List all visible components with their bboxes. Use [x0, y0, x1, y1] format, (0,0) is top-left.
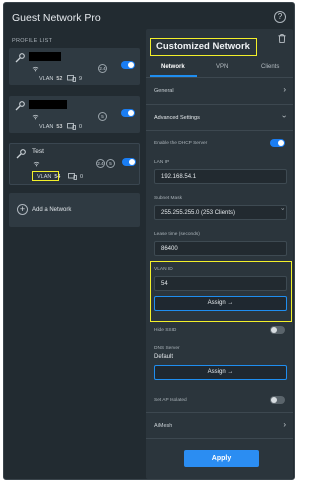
help-icon[interactable]: ?: [274, 11, 286, 23]
vlan-label: VLAN 53: [39, 124, 63, 130]
devices-icon: [67, 123, 76, 130]
general-section-row[interactable]: General ›: [146, 83, 293, 99]
hide-ssid-toggle[interactable]: [270, 326, 285, 334]
vlan-id-label: VLAN ID: [154, 267, 173, 272]
profile-card-1[interactable]: VLAN 52 9 2.4: [9, 48, 140, 85]
aimesh-label: AiMesh: [154, 423, 173, 429]
band-badges: 2.4 5: [96, 159, 115, 168]
chevron-down-icon: ›: [279, 208, 285, 210]
tab-network[interactable]: Network: [161, 64, 185, 70]
app-title: Guest Network Pro: [12, 12, 101, 24]
profile-toggle[interactable]: [121, 61, 135, 69]
divider: [146, 412, 293, 413]
dhcp-toggle[interactable]: [270, 139, 285, 147]
divider: [146, 104, 293, 105]
network-settings-panel: Customized Network Network VPN Clients G…: [146, 29, 293, 479]
band-badge: 5: [106, 159, 115, 168]
profile-list-label: PROFILE LIST: [12, 38, 53, 44]
band-badge: 2.4: [96, 159, 105, 168]
ap-isolated-label: Set AP Isolated: [154, 398, 187, 403]
profile-card-3[interactable]: Test VLAN 54 0 2.4 5: [9, 143, 140, 185]
general-label: General: [154, 88, 174, 94]
tab-clients[interactable]: Clients: [261, 64, 279, 70]
lease-time-input[interactable]: 86400: [154, 241, 287, 256]
divider: [146, 130, 293, 131]
ap-isolated-toggle[interactable]: [270, 396, 285, 404]
devices-icon: [67, 75, 76, 82]
arrow-right-icon: →: [227, 369, 234, 375]
guest-network-pro-window: Guest Network Pro ? PROFILE LIST VLAN 52 …: [3, 2, 295, 480]
vlan-assign-button[interactable]: Assign →: [154, 296, 287, 311]
lan-ip-input[interactable]: 192.168.54.1: [154, 169, 287, 184]
vlan-value: 53: [56, 124, 63, 130]
band-badge: 5: [98, 112, 107, 121]
profile-name: Test: [32, 148, 44, 155]
profile-name-redacted: [29, 52, 61, 61]
chevron-down-icon: ›: [280, 115, 290, 118]
hide-ssid-label: Hide SSID: [154, 328, 177, 333]
wifi-icon: [33, 161, 40, 167]
lan-ip-label: LAN IP: [154, 160, 170, 165]
subnet-mask-label: Subnet Mask: [154, 196, 182, 201]
tab-vpn[interactable]: VPN: [216, 64, 228, 70]
vlan-id-input[interactable]: 54: [154, 276, 287, 291]
wifi-icon: [32, 114, 39, 120]
dhcp-label: Enable the DHCP Server: [154, 141, 208, 146]
profile-toggle[interactable]: [121, 109, 135, 117]
divider: [146, 77, 293, 78]
wrench-icon: [15, 53, 25, 63]
wifi-icon: [32, 66, 39, 72]
advanced-settings-row[interactable]: Advanced Settings ›: [146, 111, 293, 127]
client-count: 9: [79, 76, 83, 82]
profile-card-2[interactable]: VLAN 53 0 5: [9, 96, 140, 133]
advanced-settings-label: Advanced Settings: [154, 115, 200, 121]
vlan-value: 52: [56, 76, 63, 82]
divider: [146, 438, 293, 439]
vlan-label: VLAN 52: [39, 76, 63, 82]
band-badges: 2.4: [98, 64, 107, 73]
band-badges: 5: [98, 112, 107, 121]
wrench-icon: [15, 101, 25, 111]
devices-icon: [68, 173, 77, 180]
aimesh-row[interactable]: AiMesh ›: [146, 419, 293, 435]
trash-icon[interactable]: [278, 34, 286, 43]
chevron-right-icon: ›: [283, 420, 286, 429]
band-badge: 2.4: [98, 64, 107, 73]
panel-title: Customized Network: [150, 38, 257, 56]
plus-icon: +: [17, 204, 28, 215]
dns-server-value: Default: [154, 354, 174, 360]
dns-server-label: DNS Server: [154, 346, 180, 351]
apply-button[interactable]: Apply: [184, 450, 259, 467]
vlan-highlight-box: [32, 171, 59, 181]
profile-name-redacted: [29, 100, 67, 109]
dns-assign-button[interactable]: Assign →: [154, 365, 287, 380]
profile-toggle[interactable]: [122, 158, 136, 166]
tab-bar: Network VPN Clients: [146, 62, 293, 76]
lease-time-label: Lease time (seconds): [154, 232, 200, 237]
arrow-right-icon: →: [227, 300, 234, 306]
wrench-icon: [16, 149, 26, 159]
add-network-button[interactable]: + Add a Network: [9, 193, 140, 227]
subnet-mask-select[interactable]: 255.255.255.0 (253 Clients): [154, 205, 287, 220]
chevron-right-icon: ›: [283, 85, 286, 94]
client-count: 0: [80, 174, 84, 180]
client-count: 0: [79, 124, 83, 130]
add-network-label: Add a Network: [32, 207, 72, 213]
